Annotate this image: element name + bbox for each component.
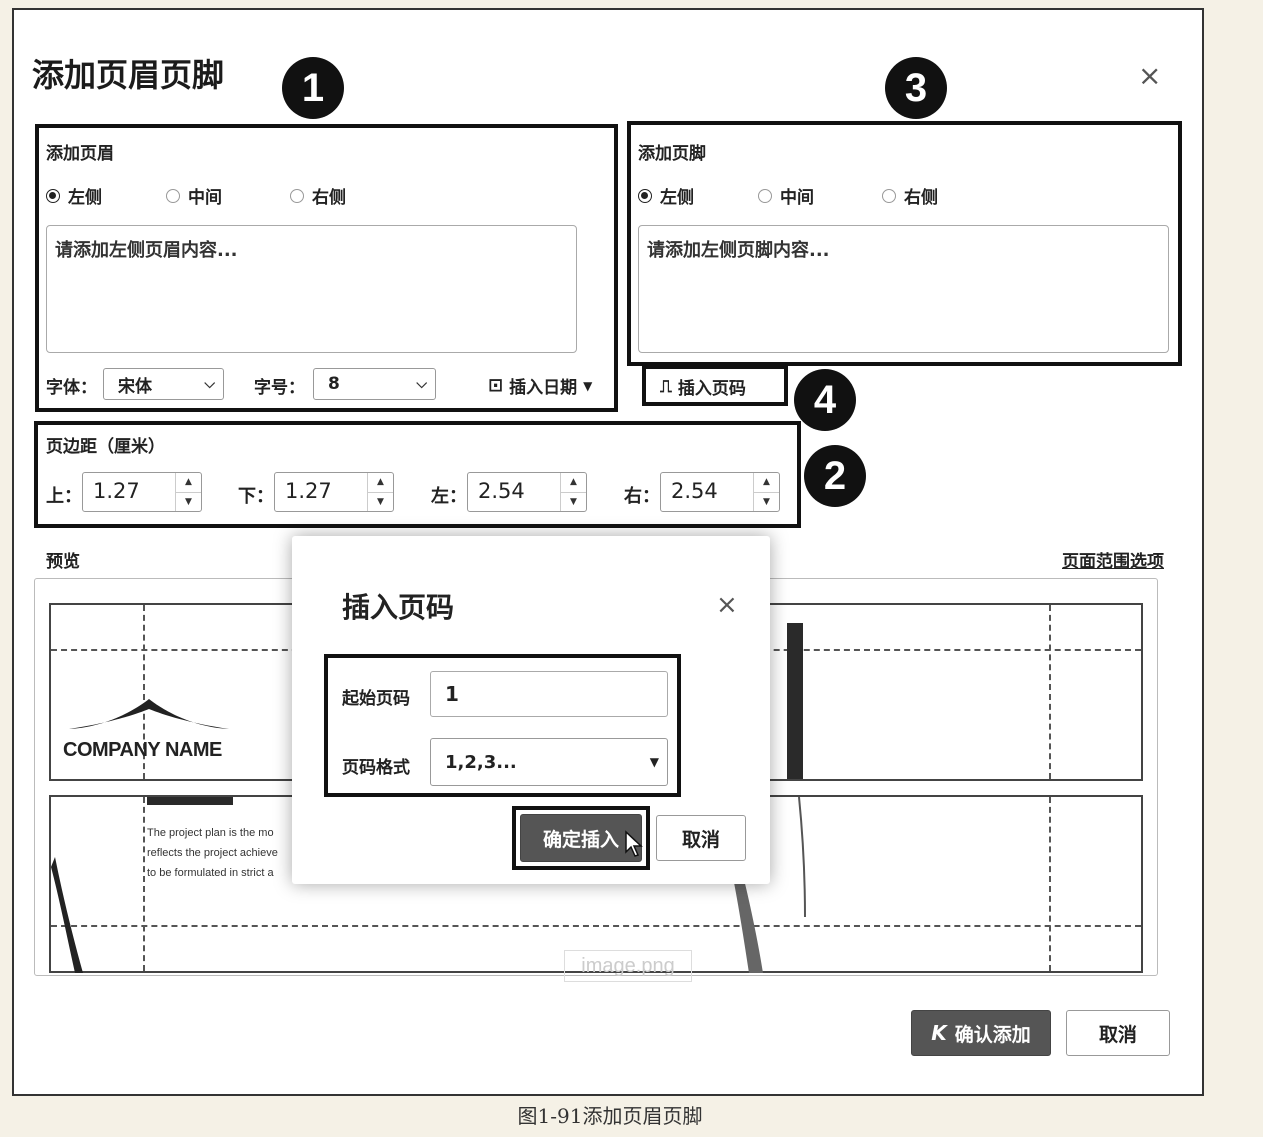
- preview-title: 预览: [46, 552, 80, 572]
- header-radio-center[interactable]: 中间: [166, 183, 290, 208]
- page-range-options-link[interactable]: 页面范围选项: [1062, 547, 1164, 572]
- arrow-up-icon[interactable]: ▲: [176, 473, 201, 492]
- footer-radio-center[interactable]: 中间: [758, 183, 882, 208]
- dialog-title: 添加页眉页脚: [32, 56, 225, 94]
- preview-heading-bar: [147, 797, 233, 805]
- page-number-icon: ⎍: [660, 376, 672, 397]
- cancel-insert-button[interactable]: 取消: [656, 815, 746, 861]
- margin-top-label: 上：: [46, 486, 82, 507]
- margin-bottom-label: 下：: [238, 486, 274, 507]
- badge-1: 1: [282, 57, 344, 119]
- start-page-input[interactable]: 1: [430, 671, 668, 717]
- arrow-up-icon[interactable]: ▲: [561, 473, 586, 492]
- start-page-label: 起始页码: [342, 689, 410, 709]
- image-watermark: image.png: [564, 950, 692, 982]
- footer-position-radios: 左侧 中间 右侧: [638, 183, 938, 208]
- header-section-title: 添加页眉: [46, 144, 114, 164]
- header-position-radios: 左侧 中间 右侧: [46, 183, 346, 208]
- header-content-textarea[interactable]: 请添加左侧页眉内容...: [46, 225, 577, 353]
- insert-page-dialog-title: 插入页码: [342, 591, 455, 624]
- size-select[interactable]: 8 ⌵: [313, 368, 436, 400]
- insert-page-number-button[interactable]: ⎍ 插入页码: [660, 374, 746, 400]
- radio-selected-icon: [46, 188, 60, 203]
- footer-radio-right[interactable]: 右侧: [882, 183, 938, 208]
- close-icon[interactable]: ×: [1138, 62, 1161, 90]
- margin-left-label: 左：: [431, 486, 467, 507]
- margin-top-spinner[interactable]: 1.27 ▲ ▼: [82, 472, 202, 512]
- company-logo-icon: [69, 699, 229, 729]
- size-label: 字号：: [254, 378, 305, 398]
- page-format-select[interactable]: 1,2,3... ▼: [430, 738, 668, 786]
- arrow-down-icon[interactable]: ▼: [368, 491, 393, 512]
- arrow-down-icon[interactable]: ▼: [176, 491, 201, 512]
- footer-radio-left[interactable]: 左侧: [638, 183, 758, 208]
- close-icon[interactable]: ×: [716, 592, 738, 618]
- radio-selected-icon: [638, 188, 652, 203]
- radio-empty-icon: [166, 188, 180, 203]
- arrow-down-icon[interactable]: ▼: [754, 491, 779, 512]
- radio-empty-icon: [882, 188, 896, 203]
- arrow-down-icon[interactable]: ▼: [561, 491, 586, 512]
- figure-caption: 图1-91添加页眉页脚: [517, 1104, 703, 1128]
- font-select[interactable]: 宋体 ⌵: [103, 368, 224, 400]
- company-name: COMPANY NAME: [63, 739, 222, 761]
- cursor-icon: [625, 830, 643, 857]
- badge-2: 2: [804, 445, 866, 507]
- margin-left-spinner[interactable]: 2.54 ▲ ▼: [467, 472, 587, 512]
- footer-section-title: 添加页脚: [638, 144, 706, 164]
- arrow-up-icon[interactable]: ▲: [368, 473, 393, 492]
- margin-right-spinner[interactable]: 2.54 ▲ ▼: [660, 472, 780, 512]
- page-format-label: 页码格式: [342, 758, 410, 778]
- font-label: 字体：: [46, 378, 97, 398]
- header-radio-right[interactable]: 右侧: [290, 183, 346, 208]
- calendar-icon: ⊡: [488, 375, 504, 396]
- insert-date-button[interactable]: ⊡ 插入日期 ▼: [488, 373, 592, 398]
- badge-3: 3: [885, 57, 947, 119]
- chevron-down-icon: ⌵: [204, 376, 215, 392]
- margin-right-label: 右：: [624, 486, 660, 507]
- cancel-button[interactable]: 取消: [1066, 1010, 1170, 1056]
- margin-bottom-spinner[interactable]: 1.27 ▲ ▼: [274, 472, 394, 512]
- header-radio-left[interactable]: 左侧: [46, 183, 166, 208]
- radio-empty-icon: [290, 188, 304, 203]
- margins-title: 页边距（厘米）: [46, 437, 165, 457]
- caret-down-icon: ▼: [649, 755, 659, 769]
- preview-dark-bar: [787, 623, 803, 779]
- preview-body-text: The project plan is the mo reflects the …: [147, 827, 278, 879]
- badge-4: 4: [794, 369, 856, 431]
- insert-page-number-dialog: 插入页码 × 起始页码 1 页码格式 1,2,3... ▼ 确定插入 取消: [292, 536, 770, 884]
- footer-content-textarea[interactable]: 请添加左侧页脚内容...: [638, 225, 1169, 353]
- confirm-add-button[interactable]: K 确认添加: [911, 1010, 1051, 1056]
- preview-curve-left: [51, 857, 83, 973]
- radio-empty-icon: [758, 188, 772, 203]
- chevron-down-icon: ⌵: [416, 376, 427, 392]
- caret-down-icon: ▼: [583, 378, 593, 393]
- arrow-up-icon[interactable]: ▲: [754, 473, 779, 492]
- logo-icon: K: [931, 1021, 947, 1045]
